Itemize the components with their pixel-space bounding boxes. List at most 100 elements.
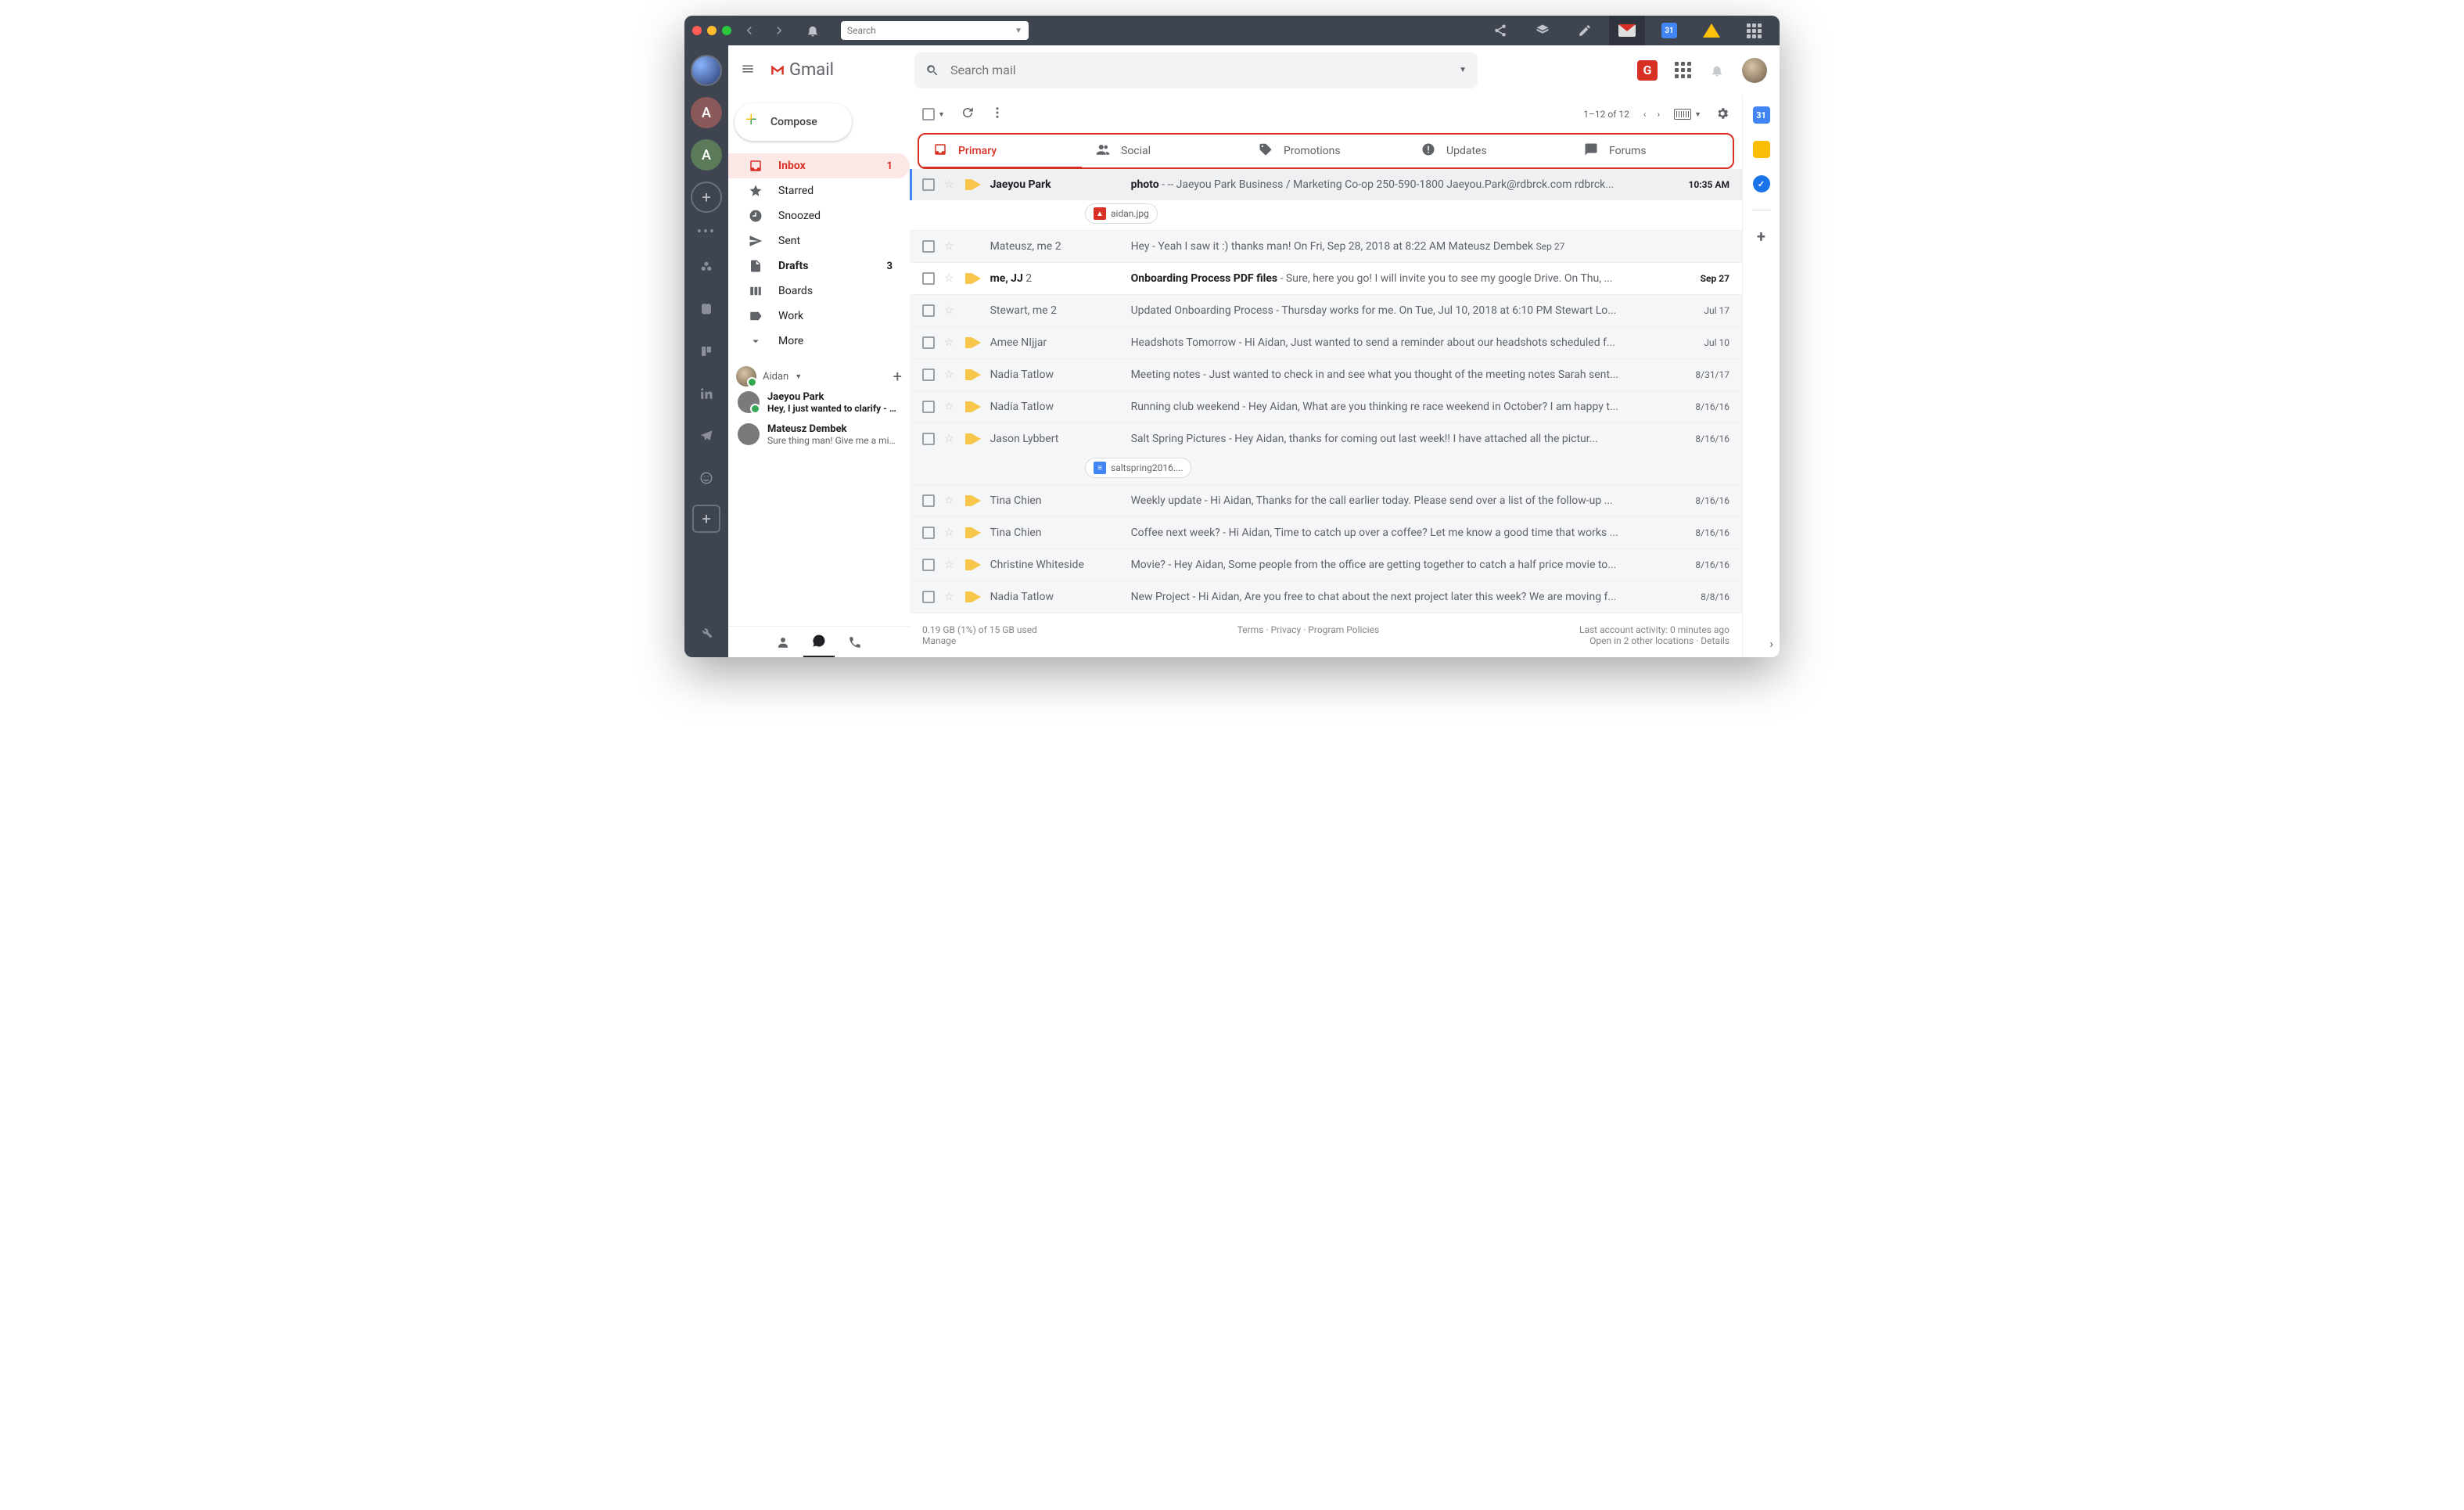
- row-checkbox[interactable]: [922, 401, 935, 413]
- telegram-icon[interactable]: [691, 420, 722, 451]
- email-row[interactable]: ☆Tina ChienWeekly update - Hi Aidan, Tha…: [910, 485, 1742, 516]
- add-workspace-button[interactable]: +: [691, 182, 722, 213]
- edit-icon[interactable]: [1567, 16, 1603, 45]
- nav-item-sent[interactable]: Sent: [728, 228, 910, 253]
- importance-marker[interactable]: [964, 273, 981, 284]
- star-icon[interactable]: ☆: [944, 240, 954, 253]
- toggle-side-panel-icon[interactable]: ›: [1769, 636, 1773, 651]
- nav-forward-button[interactable]: [767, 20, 791, 41]
- category-tab-forums[interactable]: Forums: [1570, 135, 1733, 167]
- mail-search-bar[interactable]: ▼: [914, 52, 1478, 88]
- manage-storage-link[interactable]: Manage: [922, 635, 956, 646]
- nav-item-work[interactable]: Work: [728, 304, 910, 329]
- importance-marker[interactable]: [964, 527, 981, 538]
- category-tab-social[interactable]: Social: [1082, 135, 1245, 167]
- email-row[interactable]: ☆Amee NIjjarHeadshots Tomorrow - Hi Aida…: [910, 327, 1742, 358]
- evernote-icon[interactable]: [691, 293, 722, 325]
- importance-marker[interactable]: [964, 433, 981, 444]
- star-icon[interactable]: ☆: [944, 369, 954, 381]
- star-icon[interactable]: ☆: [944, 272, 954, 285]
- whatsapp-icon[interactable]: [691, 462, 722, 494]
- calendar-app-icon[interactable]: 31: [1651, 16, 1687, 45]
- importance-marker[interactable]: [964, 495, 981, 506]
- nav-back-button[interactable]: [738, 20, 761, 41]
- add-app-button[interactable]: +: [692, 505, 720, 533]
- row-checkbox[interactable]: [922, 272, 935, 285]
- more-actions-button[interactable]: [990, 106, 1004, 123]
- email-row[interactable]: ☆Nadia TatlowNew Project - Hi Aidan, Are…: [910, 581, 1742, 613]
- hangouts-chat-item[interactable]: Mateusz DembekSure thing man! Give me a …: [736, 419, 902, 451]
- drive-app-icon[interactable]: [1694, 16, 1729, 45]
- star-icon[interactable]: ☆: [944, 178, 954, 191]
- star-icon[interactable]: ☆: [944, 304, 954, 317]
- settings-gear-icon[interactable]: [1715, 106, 1729, 123]
- email-row[interactable]: ☆Tina ChienCoffee next week? - Hi Aidan,…: [910, 517, 1742, 548]
- hangouts-header[interactable]: Aidan ▼ +: [736, 366, 902, 386]
- settings-wrench-icon[interactable]: [691, 617, 722, 648]
- nav-item-drafts[interactable]: Drafts3: [728, 253, 910, 279]
- row-checkbox[interactable]: [922, 527, 935, 539]
- nav-item-boards[interactable]: Boards: [728, 279, 910, 304]
- tasks-addon-icon[interactable]: ✓: [1753, 175, 1770, 192]
- hangouts-chats-tab[interactable]: [803, 627, 835, 658]
- email-row[interactable]: ☆Nadia TatlowMeeting notes - Just wanted…: [910, 359, 1742, 390]
- page-prev-button[interactable]: ‹: [1643, 109, 1647, 120]
- maximize-window-button[interactable]: [722, 26, 731, 35]
- importance-marker[interactable]: [964, 369, 981, 380]
- chevron-down-icon[interactable]: ▼: [1015, 27, 1022, 35]
- row-checkbox[interactable]: [922, 336, 935, 349]
- hangouts-contacts-tab[interactable]: [767, 627, 799, 658]
- email-row[interactable]: ☆me, JJ 2Onboarding Process PDF files - …: [910, 263, 1742, 294]
- row-checkbox[interactable]: [922, 433, 935, 445]
- star-icon[interactable]: ☆: [944, 494, 954, 507]
- row-checkbox[interactable]: [922, 304, 935, 317]
- workspace-avatar[interactable]: A: [691, 139, 722, 171]
- star-icon[interactable]: ☆: [944, 401, 954, 413]
- notifications-bell-icon[interactable]: [1708, 61, 1726, 80]
- search-options-icon[interactable]: ▼: [1459, 66, 1467, 74]
- refresh-button[interactable]: [961, 106, 975, 123]
- email-row[interactable]: ☆Nadia TatlowRunning club weekend - Hey …: [910, 391, 1742, 422]
- gmail-app-icon[interactable]: [1609, 16, 1645, 45]
- nav-item-inbox[interactable]: Inbox1: [728, 153, 910, 178]
- gmail-logo[interactable]: Gmail: [770, 60, 903, 80]
- footer-policy-links[interactable]: Terms · Privacy · Program Policies: [1237, 624, 1380, 635]
- row-checkbox[interactable]: [922, 240, 935, 253]
- close-window-button[interactable]: [692, 26, 702, 35]
- minimize-window-button[interactable]: [707, 26, 717, 35]
- account-locations-link[interactable]: Open in 2 other locations · Details: [1589, 635, 1729, 646]
- layers-icon[interactable]: [1525, 16, 1561, 45]
- workspace-avatar[interactable]: [691, 55, 722, 86]
- importance-marker[interactable]: [964, 591, 981, 602]
- input-tools-button[interactable]: ▼: [1674, 109, 1701, 120]
- get-addons-button[interactable]: +: [1753, 228, 1770, 245]
- row-checkbox[interactable]: [922, 369, 935, 381]
- hamburger-menu-icon[interactable]: [741, 62, 760, 79]
- hangouts-chat-item[interactable]: Jaeyou ParkHey, I just wanted to clarify…: [736, 386, 902, 419]
- workspace-avatar[interactable]: A: [691, 97, 722, 128]
- star-icon[interactable]: ☆: [944, 559, 954, 571]
- importance-marker[interactable]: [964, 559, 981, 570]
- row-checkbox[interactable]: [922, 494, 935, 507]
- row-checkbox[interactable]: [922, 591, 935, 603]
- star-icon[interactable]: ☆: [944, 336, 954, 349]
- nav-item-more[interactable]: More: [728, 329, 910, 354]
- nav-item-starred[interactable]: Starred: [728, 178, 910, 203]
- email-row[interactable]: ☆Jason LybbertSalt Spring Pictures - Hey…: [910, 423, 1742, 455]
- attachment-chip[interactable]: ≡saltspring2016....: [1085, 458, 1191, 478]
- share-icon[interactable]: [1482, 16, 1518, 45]
- keep-addon-icon[interactable]: [1753, 141, 1770, 158]
- star-icon[interactable]: ☆: [944, 591, 954, 603]
- calendar-addon-icon[interactable]: 31: [1753, 106, 1770, 124]
- hangouts-new-button[interactable]: +: [893, 367, 902, 386]
- nav-item-snoozed[interactable]: Snoozed: [728, 203, 910, 228]
- titlebar-search-input[interactable]: [847, 25, 1010, 36]
- linkedin-icon[interactable]: [691, 378, 722, 409]
- row-checkbox[interactable]: [922, 178, 935, 191]
- page-next-button[interactable]: ›: [1657, 109, 1660, 120]
- email-row[interactable]: ☆Jaeyou Parkphoto - -- Jaeyou Park Busin…: [910, 169, 1742, 200]
- star-icon[interactable]: ☆: [944, 433, 954, 445]
- account-avatar[interactable]: [1742, 58, 1767, 83]
- more-icon[interactable]: •••: [697, 224, 716, 240]
- importance-marker[interactable]: [964, 401, 981, 412]
